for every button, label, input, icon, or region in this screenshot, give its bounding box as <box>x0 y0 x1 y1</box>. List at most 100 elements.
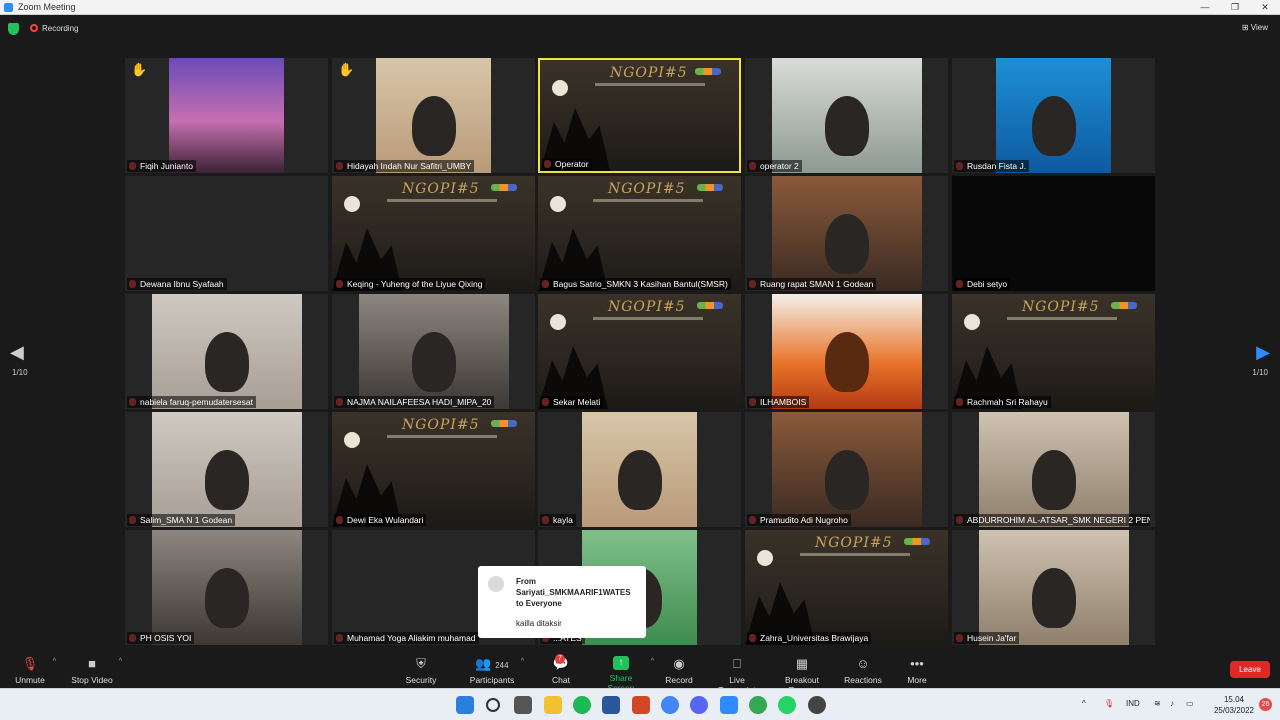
participant-tile[interactable]: ILHAMBOIS <box>745 294 948 409</box>
participant-tile[interactable]: Rusdan Fista J. <box>952 58 1155 173</box>
view-button[interactable]: ⊞ View <box>1242 23 1268 32</box>
participant-tile[interactable]: PH OSIS YOI <box>125 530 328 645</box>
participant-name: Hidayah Indah Nur Safitri_UMBY <box>334 160 475 172</box>
battery-icon[interactable]: ▭ <box>1186 699 1194 708</box>
obs-icon[interactable] <box>808 696 826 714</box>
participant-name: PH OSIS YOI <box>127 632 195 644</box>
clock-date: 25/03/2022 <box>1213 706 1254 715</box>
audio-options-caret-icon[interactable]: ^ <box>53 658 56 665</box>
next-page-arrow-icon[interactable]: ▶ <box>1256 342 1270 363</box>
participant-tile[interactable]: NGOPI#5 Sekar Melati <box>538 294 741 409</box>
security-button[interactable]: ⛨ Security <box>402 656 440 685</box>
powerpoint-icon[interactable] <box>632 696 650 714</box>
reactions-label: Reactions <box>844 675 882 685</box>
search-icon[interactable] <box>486 698 500 712</box>
participant-video <box>125 530 328 645</box>
participant-tile[interactable]: NGOPI#5 Dewi Eka Wulandari <box>332 412 535 527</box>
poster-title: NGOPI#5 <box>610 65 688 81</box>
chat-label: Chat <box>552 675 570 685</box>
record-button[interactable]: ◉ Record <box>662 656 696 685</box>
notification-badge[interactable]: 26 <box>1259 698 1272 711</box>
participant-video <box>745 294 948 409</box>
person-silhouette <box>412 332 456 392</box>
task-view-icon[interactable] <box>514 696 532 714</box>
language-indicator[interactable]: IND <box>1126 699 1140 708</box>
chrome-profile-icon[interactable] <box>749 696 767 714</box>
camera-feed <box>152 530 302 645</box>
participant-tile[interactable]: Salim_SMA N 1 Godean <box>125 412 328 527</box>
camera-feed <box>772 58 922 173</box>
participant-tile[interactable]: NGOPI#5 Zahra_Universitas Brawijaya <box>745 530 948 645</box>
participant-tile[interactable]: Pramudito Adi Nugroho <box>745 412 948 527</box>
camera-feed <box>772 412 922 527</box>
participant-name: Ruang rapat SMAN 1 Godean <box>747 278 877 290</box>
more-button[interactable]: ••• More <box>902 656 932 685</box>
prev-page-arrow-icon[interactable]: ◀ <box>10 342 24 363</box>
poster-moon <box>550 196 566 212</box>
chat-notification-popup[interactable]: From Sariyati_SMKMAARIF1WATES to Everyon… <box>478 566 646 638</box>
camera-feed <box>359 294 509 409</box>
wifi-icon[interactable]: ≋ <box>1154 699 1161 708</box>
participant-tile[interactable]: ABDURROHIM AL-ATSAR_SMK NEGERI 2 PEN... <box>952 412 1155 527</box>
participant-video: NGOPI#5 <box>745 530 948 645</box>
participant-tile[interactable]: Dewana Ibnu Syafaah <box>125 176 328 291</box>
participant-name: Sekar Melati <box>540 396 604 408</box>
record-icon: ◉ <box>673 656 685 671</box>
poster-logos <box>697 184 723 191</box>
tray-chevron-icon[interactable]: ^ <box>1082 699 1086 708</box>
reactions-button[interactable]: ☺ Reactions <box>844 656 882 685</box>
leave-button[interactable]: Leave <box>1230 661 1270 678</box>
participant-tile[interactable]: NGOPI#5 Bagus Satrio_SMKN 3 Kasihan Bantu… <box>538 176 741 291</box>
more-dots-icon: ••• <box>910 656 924 671</box>
participant-tile[interactable]: Ruang rapat SMAN 1 Godean <box>745 176 948 291</box>
participant-tile[interactable]: ✋ Fiqih Junianto <box>125 58 328 173</box>
video-camera-icon: ■ <box>88 656 96 671</box>
participant-name: ILHAMBOIS <box>747 396 810 408</box>
participant-tile[interactable]: Husein Ja'far <box>952 530 1155 645</box>
start-windows-icon[interactable] <box>456 696 474 714</box>
sender-avatar <box>488 576 504 592</box>
chrome-icon[interactable] <box>661 696 679 714</box>
person-silhouette <box>205 332 249 392</box>
participant-tile[interactable]: NGOPI#5 Rachmah Sri Rahayu <box>952 294 1155 409</box>
close-button[interactable]: ✕ <box>1250 0 1280 15</box>
discord-icon[interactable] <box>690 696 708 714</box>
participant-tile[interactable]: NGOPI#5 Keqing - Yuheng of the Liyue Qixi… <box>332 176 535 291</box>
spotify-icon[interactable] <box>573 696 591 714</box>
file-explorer-icon[interactable] <box>544 696 562 714</box>
participant-name: Operator <box>542 158 592 170</box>
participant-tile[interactable]: Debi setyo <box>952 176 1155 291</box>
participant-video <box>745 176 948 291</box>
participant-tile[interactable]: nabiela faruq-pemudatersesat <box>125 294 328 409</box>
participant-tile[interactable]: ✋ Hidayah Indah Nur Safitri_UMBY <box>332 58 535 173</box>
security-shield-icon[interactable] <box>8 23 19 35</box>
unmute-button[interactable]: 🎙 Unmute ^ <box>12 656 56 685</box>
stop-video-button[interactable]: ■ Stop Video ^ <box>70 656 122 685</box>
poster-logos <box>1111 302 1137 309</box>
participant-video: NGOPI#5 <box>540 60 739 171</box>
chat-button[interactable]: 💬7 Chat <box>545 654 577 685</box>
word-icon[interactable] <box>602 696 620 714</box>
clock[interactable]: 15.04 25/03/2022 <box>1214 694 1254 716</box>
share-screen-icon: ↑ <box>613 656 629 670</box>
share-options-caret-icon[interactable]: ^ <box>651 658 654 665</box>
participant-tile[interactable]: kayla <box>538 412 741 527</box>
whatsapp-icon[interactable] <box>778 696 796 714</box>
smiley-icon: ☺ <box>856 656 870 671</box>
participant-video: NGOPI#5 <box>332 412 535 527</box>
chat-message: kailla ditaksir <box>516 619 562 628</box>
participants-options-caret-icon[interactable]: ^ <box>521 658 524 665</box>
poster-logos <box>697 302 723 309</box>
participant-tile[interactable]: operator 2 <box>745 58 948 173</box>
participant-name: Dewana Ibnu Syafaah <box>127 278 227 290</box>
participant-tile[interactable]: NAJMA NAILAFEESA HADI_MIPA_20 <box>332 294 535 409</box>
maximize-button[interactable]: ❐ <box>1220 0 1250 15</box>
minimize-button[interactable]: — <box>1190 0 1220 15</box>
poster-subtitle <box>593 199 703 202</box>
participants-button[interactable]: 👥 244 Participants ^ <box>468 656 524 685</box>
participant-tile[interactable]: NGOPI#5 Operator <box>538 58 741 173</box>
zoom-taskbar-icon[interactable] <box>720 696 738 714</box>
video-options-caret-icon[interactable]: ^ <box>119 658 122 665</box>
tray-mic-icon: 🎙 <box>1104 699 1115 708</box>
volume-icon[interactable]: ♪ <box>1170 699 1174 708</box>
